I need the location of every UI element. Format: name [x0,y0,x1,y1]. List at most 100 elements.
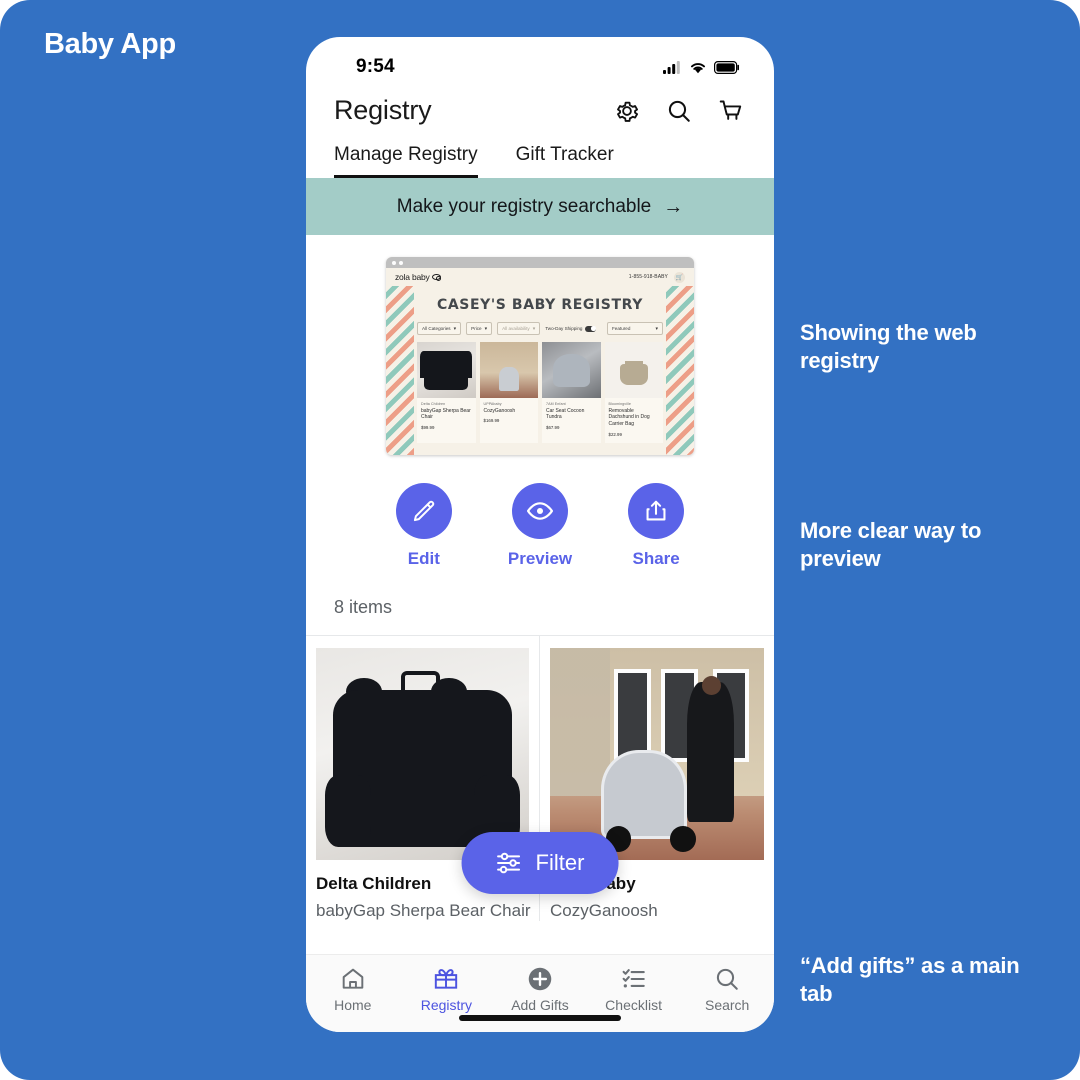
product-image [417,342,476,398]
chevron-down-icon: ▾ [453,325,457,332]
preview-label: Preview [507,549,573,568]
tab-home[interactable]: Home [306,966,400,1013]
product-price: $99.99 [421,425,435,430]
cart-icon[interactable] [718,98,744,124]
share-label: Share [632,549,680,568]
registry-item-name: babyGap Sherpa Bear Chair [316,901,531,920]
tab-manage-registry[interactable]: Manage Registry [334,144,478,178]
site-product-card[interactable]: 7AM Enfant Car Seat Cocoon Tundra $67.99 [542,342,601,443]
edit-label: Edit [407,549,440,568]
window [614,669,651,763]
sort-featured[interactable]: Featured ▾ [607,322,663,335]
person-figure [686,681,735,822]
tab-checklist[interactable]: Checklist [587,966,681,1013]
site-product-card[interactable]: UPPAbaby CozyGanoosh $169.99 [479,342,539,443]
plus-circle-icon [528,967,552,991]
product-meta: Delta Children babyGap Sherpa Bear Chair… [417,398,476,430]
site-cart-icon: 🛒 [674,271,685,283]
phone-mockup: 9:54 Registry Manage Registry Gift Track… [306,37,774,1032]
tab-search[interactable]: Search [680,966,774,1013]
pencil-icon [413,500,435,522]
tab-checklist-label: Checklist [605,997,662,1013]
site-header-right: 1-855-918-BABY 🛒 [628,271,685,283]
status-time: 9:54 [356,56,395,77]
search-icon[interactable] [666,98,692,124]
annotation-preview: More clear way to preview [800,518,982,571]
zola-baby-logo-text: zola baby [395,272,430,282]
site-header: zola baby 1-855-918-BABY 🛒 [386,268,694,286]
product-price: $67.99 [546,425,560,430]
product-image [542,342,601,398]
site-product-grid: Delta Children babyGap Sherpa Bear Chair… [386,342,694,443]
registry-item-image [550,648,764,860]
product-price: $169.99 [483,418,500,424]
product-meta: 7AM Enfant Car Seat Cocoon Tundra $67.99 [542,398,601,430]
chevron-down-icon: ▾ [484,325,488,332]
home-icon [342,968,364,989]
product-meta: UPPAbaby CozyGanoosh $169.99 [480,398,539,423]
product-brand: Bloomingville [608,402,631,406]
nav-bar: Registry [306,87,774,130]
filter-label: Two-Day Shipping [545,326,583,331]
zola-mark-icon [431,274,442,281]
toggle-switch[interactable] [585,325,597,332]
product-meta: Bloomingville Removable Dachshund in Dog… [605,398,664,437]
status-icons [663,60,740,74]
edit-button[interactable] [395,483,452,539]
stroller-wheel [669,826,696,852]
page-title: Registry [334,95,432,125]
registry-item-image [316,648,529,860]
product-name: babyGap Sherpa Bear Chair [421,407,471,421]
checklist-icon [622,969,645,988]
product-name: Car Seat Cocoon Tundra [546,407,585,421]
site-product-card[interactable]: Delta Children babyGap Sherpa Bear Chair… [417,342,476,443]
slide-canvas: Baby App Showing the web registry More c… [0,0,1080,1080]
cellular-signal-icon [663,60,680,74]
tab-registry[interactable]: Registry [400,966,494,1013]
preview-button[interactable] [511,483,568,539]
annotation-add-gifts-tab: “Add gifts” as a main tab [800,953,1020,1006]
preview-action[interactable]: Preview [508,483,572,569]
product-brand: 7AM Enfant [546,402,566,406]
eye-icon [526,502,553,520]
tab-gift-tracker[interactable]: Gift Tracker [516,144,614,178]
chair-arm-left [324,775,372,848]
filter-button-label: Filter [535,850,585,875]
tab-search-label: Search [704,997,750,1013]
share-action[interactable]: Share [628,483,685,569]
site-product-card[interactable]: Bloomingville Removable Dachshund in Dog… [604,342,664,443]
searchable-banner[interactable]: Make your registry searchable → [306,178,774,235]
sort-label: Featured [612,326,631,331]
share-button[interactable] [628,483,685,539]
slide-title: Baby App [44,28,176,60]
filter-availability[interactable]: All availability ▾ [497,322,541,335]
web-registry-preview[interactable]: zola baby 1-855-918-BABY 🛒 CASEY'S BABY … [306,235,774,455]
product-name: Removable Dachshund in Dog Carrier Bag [608,407,650,428]
site-filter-row: All Categories ▾ Price ▾ All availabilit… [386,322,694,335]
product-image [604,342,663,398]
search-icon [717,968,738,990]
tab-registry-label: Registry [420,997,473,1013]
tab-add-gifts[interactable]: Add Gifts [493,966,587,1013]
nav-actions [614,98,744,124]
wifi-icon [690,62,706,73]
filter-label: All Categories [422,326,451,331]
person-head [701,675,722,695]
filter-two-day-shipping[interactable]: Two-Day Shipping [545,325,597,332]
chevron-down-icon: ▾ [655,325,658,332]
site-phone-number: 1-855-918-BABY [628,274,668,280]
chair-handle [401,671,440,691]
product-image [479,342,538,398]
filter-price[interactable]: Price ▾ [466,322,493,335]
product-brand: UPPAbaby [483,402,502,406]
filter-all-categories[interactable]: All Categories ▾ [417,322,462,335]
edit-action[interactable]: Edit [395,483,452,569]
registry-actions: Edit Preview Share [306,483,774,569]
registry-item-name: CozyGanoosh [550,901,658,920]
sliders-icon [497,852,521,874]
filter-button[interactable]: Filter [461,832,619,894]
items-count: 8 items [306,569,774,636]
gear-icon[interactable] [614,98,640,124]
annotation-web-registry: Showing the web registry [800,320,977,373]
segment-tabs: Manage Registry Gift Tracker [306,130,774,178]
